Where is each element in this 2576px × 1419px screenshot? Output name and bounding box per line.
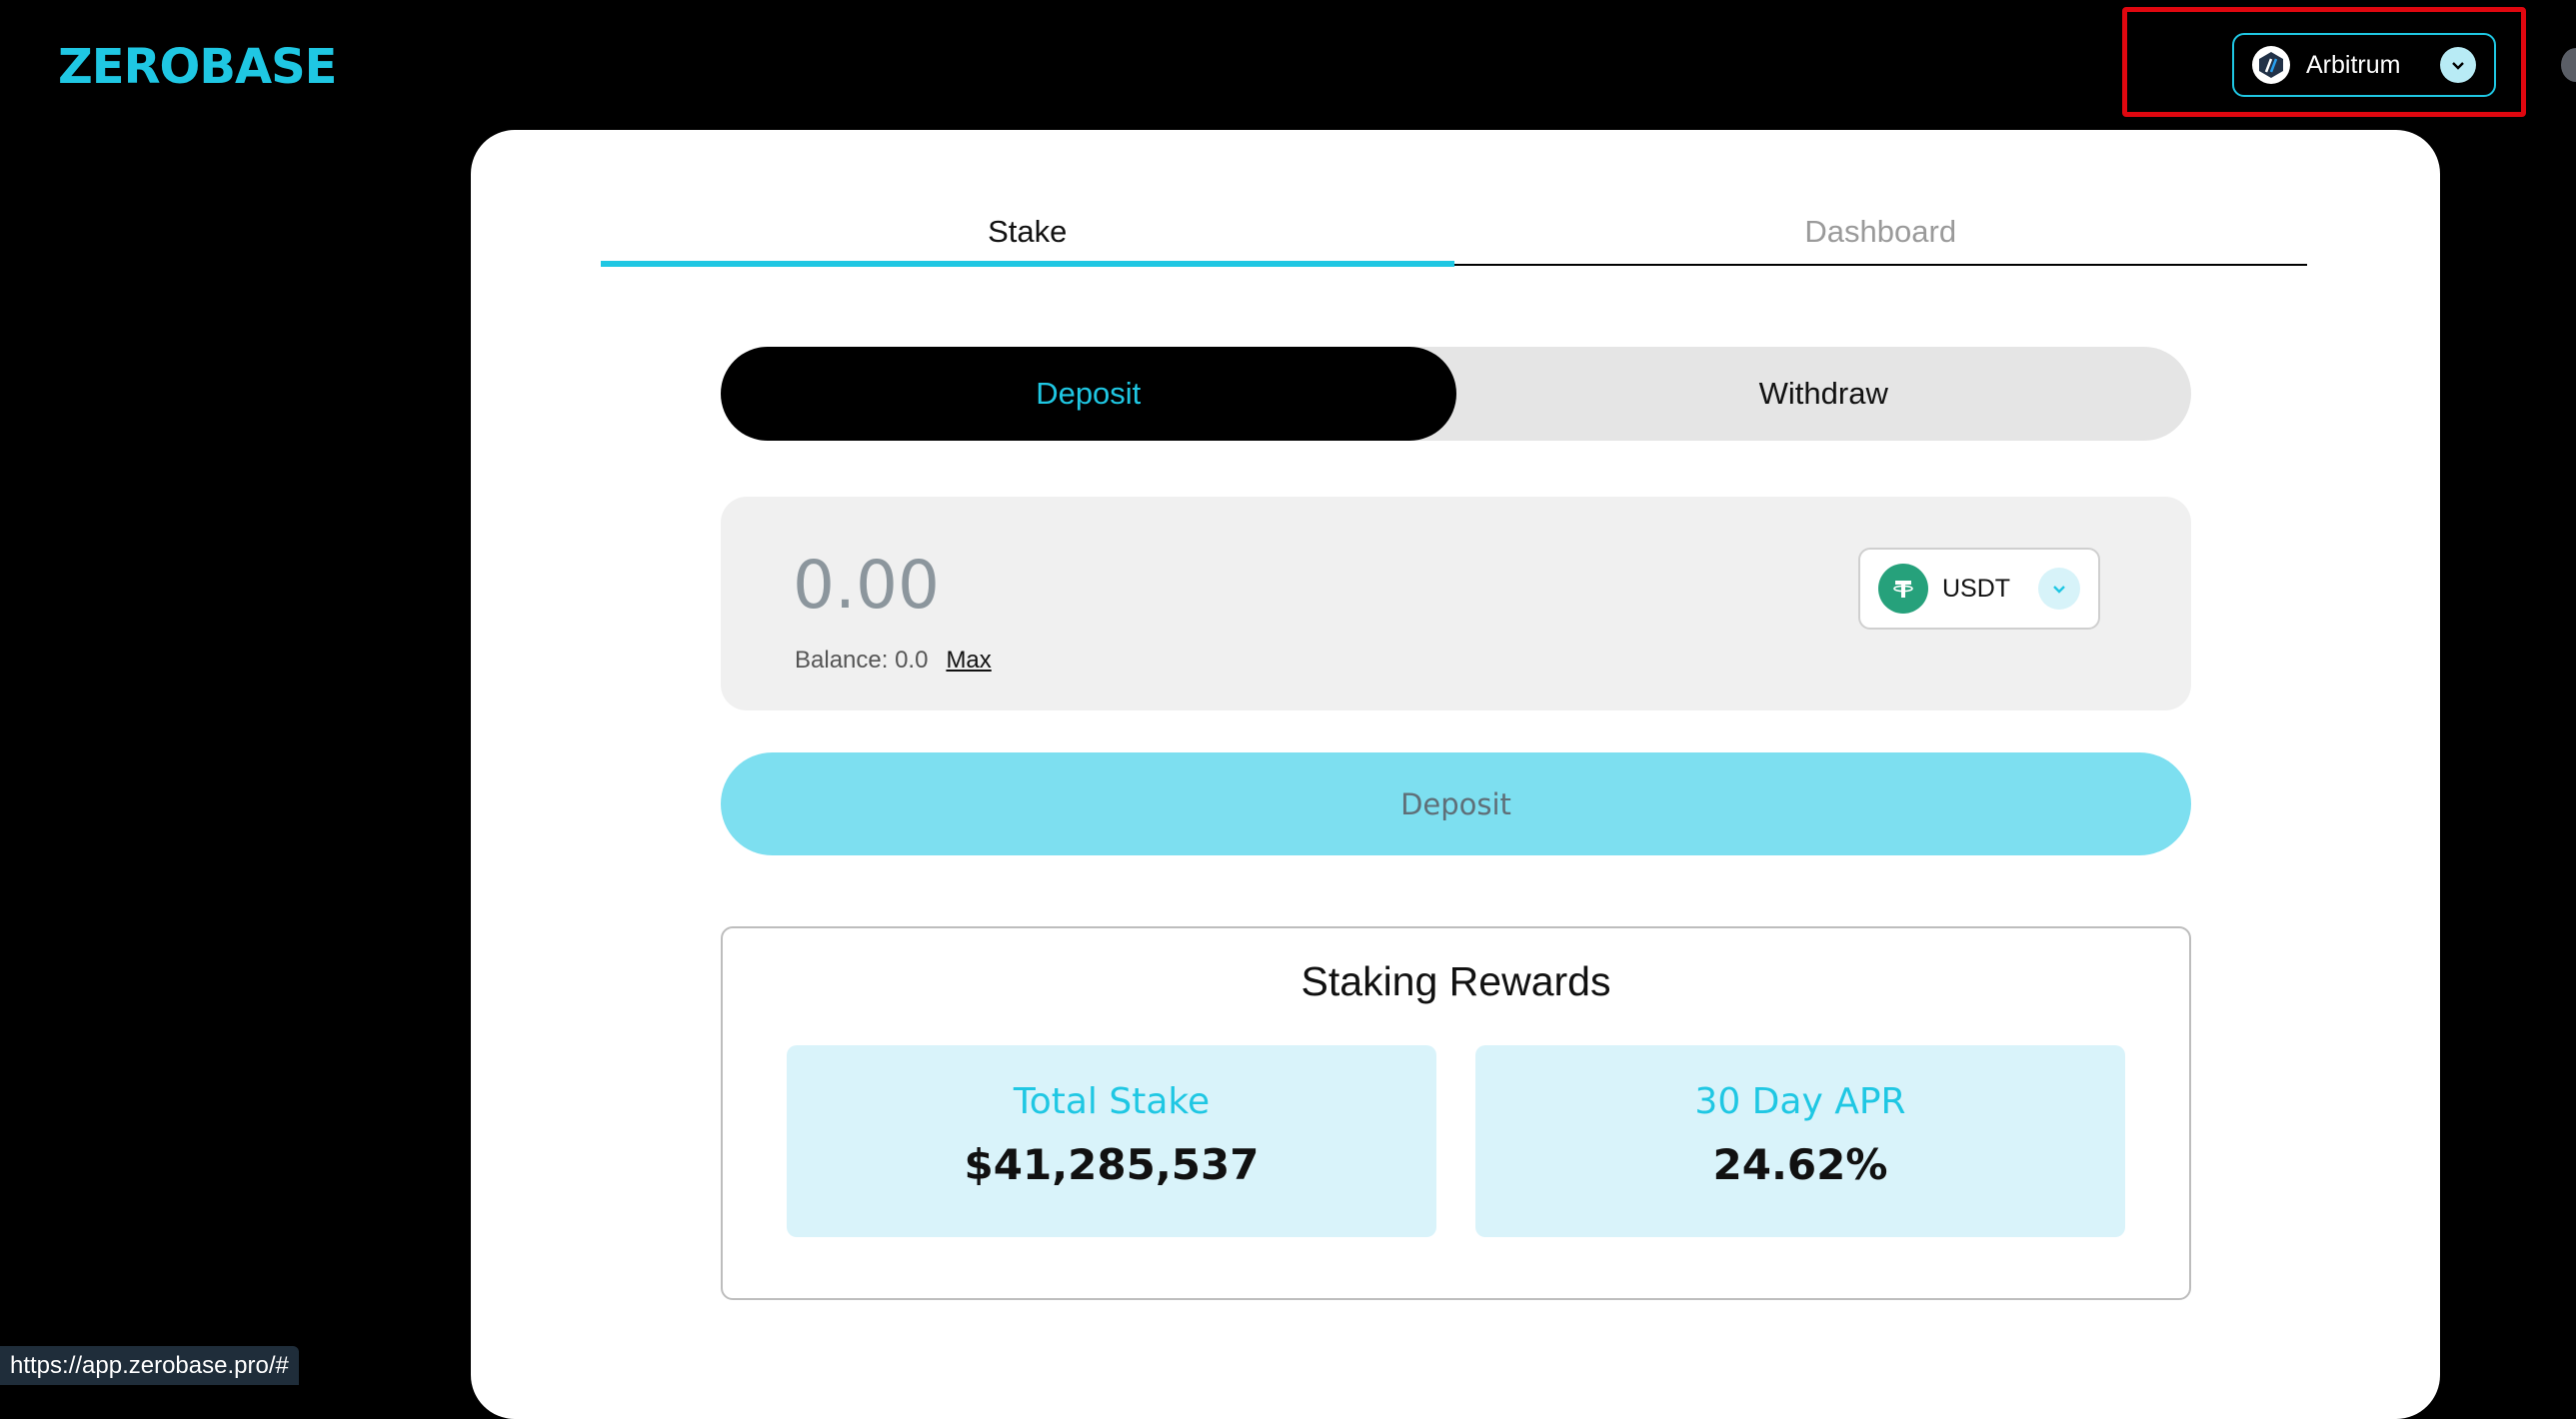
balance-label: Balance: 0.0 [795, 647, 929, 674]
network-label: Arbitrum [2306, 50, 2401, 79]
deposit-button[interactable]: Deposit [721, 752, 2191, 855]
status-bar-url: https://app.zerobase.pro/# [0, 1346, 299, 1385]
tab-dashboard[interactable]: Dashboard [1454, 200, 2308, 264]
total-stake-card: Total Stake $41,285,537 [787, 1045, 1436, 1237]
network-selector-button[interactable]: Arbitrum [2232, 33, 2496, 97]
staking-card: Stake Dashboard Deposit Withdraw Balance… [471, 130, 2440, 1419]
tab-bar: Stake Dashboard [601, 200, 2308, 267]
total-stake-value: $41,285,537 [964, 1140, 1260, 1189]
token-label: USDT [1942, 574, 2011, 603]
withdraw-toggle[interactable]: Withdraw [1456, 347, 2192, 441]
token-selector[interactable]: USDT [1858, 548, 2100, 630]
zerobase-logo[interactable]: ZEROBASE [58, 38, 337, 96]
staking-rewards-panel: Staking Rewards Total Stake $41,285,537 … [721, 926, 2191, 1300]
apr-label: 30 Day APR [1694, 1081, 1906, 1122]
arbitrum-icon [2252, 46, 2290, 84]
tether-icon [1878, 564, 1928, 614]
apr-card: 30 Day APR 24.62% [1475, 1045, 2125, 1237]
deposit-withdraw-toggle: Deposit Withdraw [721, 347, 2191, 441]
deposit-toggle[interactable]: Deposit [721, 347, 1456, 441]
chevron-down-icon [2038, 568, 2080, 610]
balance-row: Balance: 0.0 Max [795, 647, 992, 675]
amount-panel: Balance: 0.0 Max USDT [721, 497, 2191, 710]
apr-value: 24.62% [1712, 1140, 1888, 1189]
tab-stake[interactable]: Stake [601, 200, 1454, 267]
chevron-down-icon [2440, 47, 2476, 83]
rewards-title: Staking Rewards [1300, 958, 1611, 1004]
edge-avatar [2561, 48, 2576, 82]
amount-input[interactable] [793, 545, 1392, 625]
total-stake-label: Total Stake [1013, 1081, 1211, 1122]
max-button[interactable]: Max [946, 647, 991, 675]
